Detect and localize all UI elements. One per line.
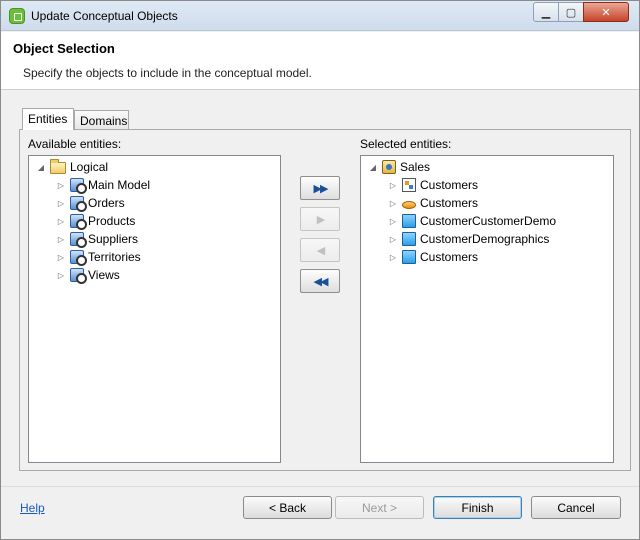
tree-item-label: Logical xyxy=(70,160,109,174)
collapse-icon[interactable]: ◢ xyxy=(367,161,379,173)
available-entities-label: Available entities: xyxy=(28,137,122,151)
model-icon xyxy=(70,178,87,194)
tree-item-label: Main Model xyxy=(88,178,151,192)
tree-item-label: Products xyxy=(88,214,136,228)
expand-icon[interactable]: ▷ xyxy=(55,215,67,227)
tab-domains[interactable]: Domains xyxy=(74,110,129,130)
model-icon xyxy=(70,268,87,284)
model-icon xyxy=(70,214,87,230)
expand-icon[interactable]: ▷ xyxy=(387,233,399,245)
collapse-icon[interactable]: ◢ xyxy=(35,161,47,173)
tree-item-views[interactable]: ▷ Views xyxy=(55,266,120,284)
double-arrow-right-icon: ▶▶ xyxy=(313,182,329,195)
expand-icon[interactable]: ▷ xyxy=(387,197,399,209)
tree-item-label: CustomerCustomerDemo xyxy=(420,214,557,228)
folder-open-icon xyxy=(50,159,66,174)
maximize-button[interactable]: ▢ xyxy=(558,2,584,22)
tree-item-products[interactable]: ▷ Products xyxy=(55,212,135,230)
sales-model-icon xyxy=(382,160,396,174)
expand-icon[interactable]: ▷ xyxy=(387,251,399,263)
tree-item-logical[interactable]: ◢ Logical xyxy=(35,158,108,176)
tree-item-customers-entity[interactable]: ▷ Customers xyxy=(387,248,478,266)
entity-icon xyxy=(402,250,416,264)
maximize-icon: ▢ xyxy=(565,6,577,19)
selected-entities-tree[interactable]: ◢ Sales ▷ Customers ▷ Customers ▷ Custom… xyxy=(360,155,614,463)
remove-button[interactable]: ◀ xyxy=(300,238,340,262)
tree-item-label: Orders xyxy=(88,196,125,210)
expand-icon[interactable]: ▷ xyxy=(55,179,67,191)
tree-item-label: Sales xyxy=(400,160,431,174)
expand-icon[interactable]: ▷ xyxy=(387,215,399,227)
ellipse-icon xyxy=(402,201,416,209)
minimize-icon: ▁ xyxy=(541,6,551,19)
arrow-left-icon: ◀ xyxy=(316,244,326,257)
add-all-button[interactable]: ▶▶ xyxy=(300,176,340,200)
close-button[interactable]: ✕ xyxy=(583,2,629,22)
tree-item-customerdemographics[interactable]: ▷ CustomerDemographics xyxy=(387,230,549,248)
expand-icon[interactable]: ▷ xyxy=(55,269,67,281)
entity-icon xyxy=(402,214,416,228)
tree-item-label: Views xyxy=(88,268,120,282)
window-title: Update Conceptual Objects xyxy=(31,9,178,23)
minimize-button[interactable]: ▁ xyxy=(533,2,559,22)
tree-item-label: Suppliers xyxy=(88,232,139,246)
expand-icon[interactable]: ▷ xyxy=(55,197,67,209)
back-button[interactable]: < Back xyxy=(243,496,332,519)
app-icon xyxy=(9,8,25,24)
tree-item-label: Territories xyxy=(88,250,141,264)
dialog-window: Update Conceptual Objects ▁ ▢ ✕ Object S… xyxy=(0,0,640,540)
add-button[interactable]: ▶ xyxy=(300,207,340,231)
arrow-right-icon: ▶ xyxy=(316,213,326,226)
model-icon xyxy=(70,196,87,212)
page-title: Object Selection xyxy=(13,41,115,56)
wizard-header: Object Selection Specify the objects to … xyxy=(1,32,639,90)
double-arrow-left-icon: ◀◀ xyxy=(313,275,329,288)
remove-all-button[interactable]: ◀◀ xyxy=(300,269,340,293)
expand-icon[interactable]: ▷ xyxy=(55,233,67,245)
entity-icon xyxy=(402,232,416,246)
help-link[interactable]: Help xyxy=(20,501,45,515)
selected-entities-label: Selected entities: xyxy=(360,137,452,151)
tree-item-customers-ellipse[interactable]: ▷ Customers xyxy=(387,194,478,212)
tree-item-customers-diagram[interactable]: ▷ Customers xyxy=(387,176,478,194)
tree-item-label: Customers xyxy=(420,250,479,264)
title-bar: Update Conceptual Objects ▁ ▢ ✕ xyxy=(1,1,639,31)
model-icon xyxy=(70,250,87,266)
next-button[interactable]: Next > xyxy=(335,496,424,519)
tree-item-label: Customers xyxy=(420,178,479,192)
tab-entities[interactable]: Entities xyxy=(22,108,74,130)
tree-item-label: Customers xyxy=(420,196,479,210)
cancel-button[interactable]: Cancel xyxy=(531,496,621,519)
close-icon: ✕ xyxy=(601,6,611,19)
expand-icon[interactable]: ▷ xyxy=(55,251,67,263)
tree-item-sales[interactable]: ◢ Sales xyxy=(367,158,430,176)
tree-item-label: CustomerDemographics xyxy=(420,232,550,246)
expand-icon[interactable]: ▷ xyxy=(387,179,399,191)
available-entities-tree[interactable]: ◢ Logical ▷ Main Model ▷ Orders ▷ Produc… xyxy=(28,155,281,463)
tree-item-main-model[interactable]: ▷ Main Model xyxy=(55,176,150,194)
page-description: Specify the objects to include in the co… xyxy=(23,66,312,80)
model-icon xyxy=(70,232,87,248)
footer-divider xyxy=(1,486,639,487)
finish-button[interactable]: Finish xyxy=(433,496,522,519)
tree-item-territories[interactable]: ▷ Territories xyxy=(55,248,141,266)
tree-item-suppliers[interactable]: ▷ Suppliers xyxy=(55,230,138,248)
diagram-icon xyxy=(402,178,416,192)
tree-item-orders[interactable]: ▷ Orders xyxy=(55,194,125,212)
tree-item-customercustomerdemo[interactable]: ▷ CustomerCustomerDemo xyxy=(387,212,556,230)
